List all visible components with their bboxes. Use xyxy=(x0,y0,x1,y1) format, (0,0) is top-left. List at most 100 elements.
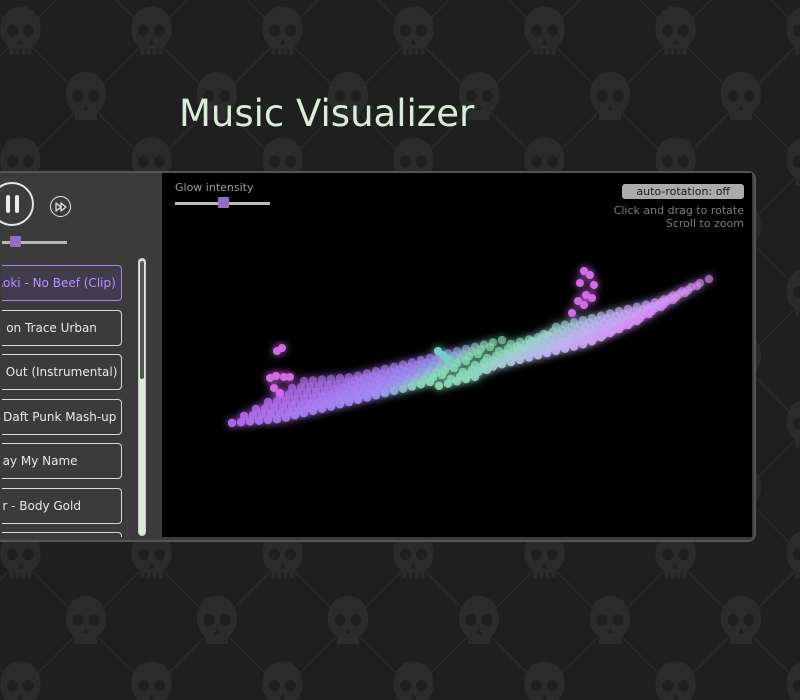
wave-particle xyxy=(569,342,579,351)
wave-particle xyxy=(470,372,480,382)
progress-slider[interactable] xyxy=(2,236,67,247)
wave-particle xyxy=(533,351,543,360)
wave-particle xyxy=(479,364,489,373)
3d-waveform-visualization[interactable] xyxy=(162,173,752,537)
wave-particle xyxy=(644,309,654,319)
playlist-item-label: k Out (Instrumental) xyxy=(2,365,118,379)
wave-particle xyxy=(590,281,598,289)
wave-particle xyxy=(704,274,714,284)
playlist-item-label: e on Trace Urban xyxy=(2,320,97,335)
wave-particle xyxy=(605,329,615,338)
play-pause-button[interactable] xyxy=(0,182,34,226)
auto-rotation-toggle[interactable]: auto-rotation: off xyxy=(622,184,744,199)
wave-particle xyxy=(568,309,576,317)
wave-particle xyxy=(398,384,408,393)
wave-particle xyxy=(299,409,309,418)
wave-particle xyxy=(485,342,495,352)
wave-particle xyxy=(576,279,584,287)
wave-particle xyxy=(380,389,390,398)
wave-particle xyxy=(263,415,273,425)
playlist-item[interactable]: Say My Name xyxy=(2,443,122,479)
wave-particle xyxy=(596,333,606,342)
pause-icon xyxy=(5,195,10,213)
wave-particle xyxy=(473,349,483,359)
wave-particle xyxy=(254,416,264,425)
playlist-item[interactable]: Aoki - No Beef (Clip) xyxy=(2,265,122,301)
glow-intensity-label: Glow intensity xyxy=(175,181,254,194)
wave-particle xyxy=(452,377,462,386)
playlist-scrollbar[interactable] xyxy=(138,258,146,536)
wave-particle xyxy=(443,379,453,388)
wave-particle xyxy=(614,324,624,334)
wave-particle xyxy=(515,355,525,365)
wave-particle xyxy=(680,288,690,298)
zoom-hint: Scroll to zoom xyxy=(665,217,744,230)
wave-particle xyxy=(362,393,372,402)
wave-particle xyxy=(542,349,552,358)
wave-particle xyxy=(623,320,633,330)
wave-particle xyxy=(317,404,327,413)
wave-particle xyxy=(587,337,597,346)
playlist-item[interactable]: er - Body Gold xyxy=(2,487,122,524)
wave-particle xyxy=(425,377,435,387)
wave-particle xyxy=(245,417,255,426)
wave-particle xyxy=(281,413,291,422)
playlist-item-label: Aoki - No Beef (Clip) xyxy=(2,276,116,290)
wave-particle xyxy=(632,316,642,326)
playlist-item[interactable]: - Daft Punk Mash-up xyxy=(2,398,122,435)
glow-intensity-slider[interactable] xyxy=(175,197,270,208)
wave-particle xyxy=(497,335,507,345)
pause-icon-bar xyxy=(14,195,19,213)
wave-particle xyxy=(506,357,516,367)
wave-particle xyxy=(236,418,246,427)
wave-particle xyxy=(353,395,363,405)
playlist-item[interactable]: e on Trace Urban xyxy=(2,309,122,346)
playlist-item-partial[interactable] xyxy=(2,532,122,537)
wave-particle xyxy=(286,373,294,381)
wave-particle xyxy=(656,302,666,312)
playlist-item[interactable]: k Out (Instrumental) xyxy=(2,354,122,390)
wave-particle xyxy=(308,406,318,416)
wave-particle xyxy=(668,295,678,305)
wave-particle xyxy=(586,271,594,279)
wave-particle xyxy=(344,397,354,407)
skip-forward-button[interactable] xyxy=(50,196,71,217)
wave-particle xyxy=(551,346,561,356)
wave-particle xyxy=(272,415,282,424)
wave-particle xyxy=(588,294,596,302)
wave-particle xyxy=(497,360,507,369)
wave-particle xyxy=(449,363,459,373)
wave-particle xyxy=(692,281,702,291)
wave-particle xyxy=(444,355,452,363)
wave-particle xyxy=(272,372,280,380)
page-title: Music Visualizer xyxy=(179,92,475,135)
wave-particle xyxy=(461,375,471,384)
wave-particle xyxy=(580,301,588,309)
playlist-item-label: er - Body Gold xyxy=(2,498,81,513)
playlist: Aoki - No Beef (Clip) e on Trace Urban k O… xyxy=(2,257,147,537)
wave-particle xyxy=(389,386,399,396)
wave-particle xyxy=(227,418,237,428)
wave-particle xyxy=(461,356,471,366)
wave-particle xyxy=(560,344,570,353)
playlist-item-label: Say My Name xyxy=(2,454,78,468)
wave-particle xyxy=(416,380,426,389)
wave-particle xyxy=(488,362,498,371)
visualizer-canvas[interactable]: Glow intensity auto-rotation: off Click … xyxy=(162,173,752,537)
wave-particle xyxy=(407,382,417,391)
wave-particle xyxy=(278,344,286,352)
wave-particle xyxy=(437,370,447,380)
playlist-scrollbar-thumb[interactable] xyxy=(140,261,144,379)
progress-slider-thumb[interactable] xyxy=(10,236,21,247)
wave-particle xyxy=(326,402,336,411)
wave-particle xyxy=(371,391,381,400)
wave-particle xyxy=(524,353,534,362)
wave-particle xyxy=(276,389,284,397)
fast-forward-icon xyxy=(54,201,67,212)
wave-particle xyxy=(434,381,444,391)
rotate-hint: Click and drag to rotate xyxy=(613,204,744,217)
wave-particle xyxy=(335,400,345,409)
wave-particle xyxy=(578,340,588,349)
playlist-item-label: - Daft Punk Mash-up xyxy=(2,409,117,424)
glow-intensity-slider-thumb[interactable] xyxy=(217,197,229,208)
